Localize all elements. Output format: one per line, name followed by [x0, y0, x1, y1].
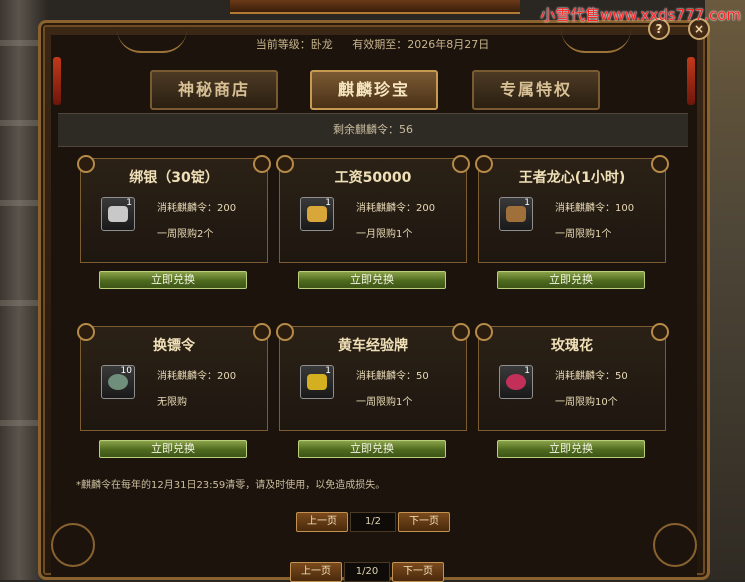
membership-info: 当前等级：卧龙 有效期至：2026年8月27日	[0, 36, 745, 52]
prev-page-button[interactable]: 上一页	[296, 512, 348, 532]
exchange-button[interactable]: 立即兑换	[298, 440, 446, 458]
remaining-tokens: 剩余麒麟令：56	[58, 113, 688, 147]
item-name: 玫瑰花	[551, 338, 593, 354]
rose-icon[interactable]: 1	[499, 365, 533, 399]
item-limit: 一周限购1个	[356, 397, 413, 408]
tassel-left-icon	[53, 57, 61, 105]
item-name: 黄车经验牌	[338, 338, 408, 354]
outer-prev-page-button[interactable]: 上一页	[290, 562, 342, 582]
exchange-button[interactable]: 立即兑换	[298, 271, 446, 289]
item-name: 换镖令	[153, 338, 195, 354]
item-card: 玫瑰花 1 消耗麒麟令：50 一周限购10个	[475, 323, 669, 431]
item-card: 工资50000 1 消耗麒麟令：200 一月限购1个	[276, 155, 470, 263]
item-name: 王者龙心(1小时)	[518, 170, 626, 186]
tassel-right-icon	[687, 57, 695, 105]
item-card: 绑银（30锭） 1 消耗麒麟令：200 一周限购2个	[77, 155, 271, 263]
exchange-button[interactable]: 立即兑换	[497, 440, 645, 458]
item-limit: 无限购	[157, 397, 187, 408]
reset-notice: *麒麟令在每年的12月31日23:59清零，请及时使用，以免造成损失。	[76, 480, 386, 491]
item-name: 绑银（30锭）	[129, 170, 219, 186]
yellow-cart-icon[interactable]: 1	[300, 365, 334, 399]
item-cost: 消耗麒麟令：100	[555, 203, 635, 214]
background-right-scene	[705, 0, 745, 580]
exchange-button[interactable]: 立即兑换	[497, 271, 645, 289]
current-level: 当前等级：卧龙	[255, 38, 333, 51]
valid-until: 有效期至：2026年8月27日	[352, 38, 490, 51]
item-card: 王者龙心(1小时) 1 消耗麒麟令：100 一周限购1个	[475, 155, 669, 263]
item-cost: 消耗麒麟令：200	[157, 371, 237, 382]
watermark: 小雪代售www.xxds777.com	[540, 6, 741, 24]
outer-next-page-button[interactable]: 下一页	[392, 562, 444, 582]
dragon-heart-icon[interactable]: 1	[499, 197, 533, 231]
outer-page-indicator: 1/20	[344, 562, 390, 582]
item-cost: 消耗麒麟令：200	[157, 203, 237, 214]
item-card: 黄车经验牌 1 消耗麒麟令：50 一周限购1个	[276, 323, 470, 431]
item-name: 工资50000	[334, 170, 412, 186]
item-limit: 一周限购1个	[555, 229, 612, 240]
gold-coins-icon[interactable]: 1	[300, 197, 334, 231]
item-card: 换镖令 10 消耗麒麟令：200 无限购	[77, 323, 271, 431]
corner-ornament-right-icon	[653, 523, 697, 567]
top-banner	[230, 0, 520, 14]
escort-token-icon[interactable]: 10	[101, 365, 135, 399]
item-limit: 一周限购10个	[555, 397, 618, 408]
page-indicator: 1/2	[350, 512, 396, 532]
item-limit: 一月限购1个	[356, 229, 413, 240]
item-cost: 消耗麒麟令：50	[555, 371, 628, 382]
corner-ornament-left-icon	[51, 523, 95, 567]
tab-exclusive-privilege[interactable]: 专属特权	[472, 70, 600, 110]
tab-qilin-treasure[interactable]: 麒麟珍宝	[310, 70, 438, 110]
next-page-button[interactable]: 下一页	[398, 512, 450, 532]
silver-ingot-icon[interactable]: 1	[101, 197, 135, 231]
tab-mystery-shop[interactable]: 神秘商店	[150, 70, 278, 110]
item-cost: 消耗麒麟令：50	[356, 371, 429, 382]
exchange-button[interactable]: 立即兑换	[99, 440, 247, 458]
item-limit: 一周限购2个	[157, 229, 214, 240]
exchange-button[interactable]: 立即兑换	[99, 271, 247, 289]
item-cost: 消耗麒麟令：200	[356, 203, 436, 214]
